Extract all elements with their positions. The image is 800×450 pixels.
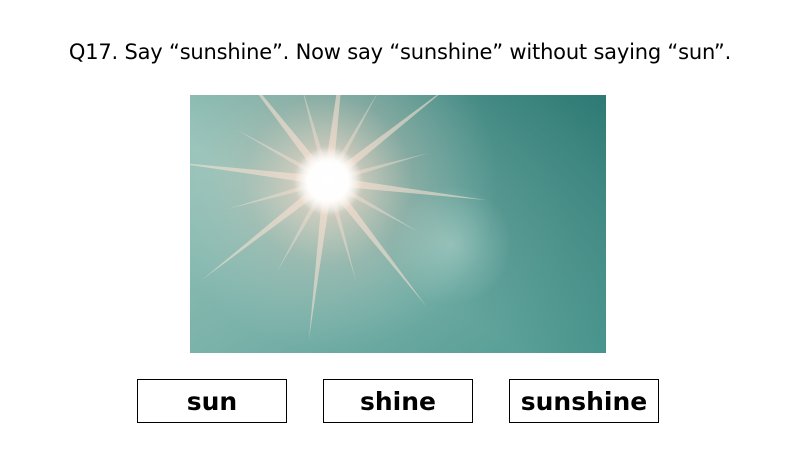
choice-label: sun <box>186 386 238 416</box>
choice-label: sunshine <box>520 386 648 416</box>
choice-sun-button[interactable]: sun <box>137 379 287 423</box>
sun-photo <box>190 95 606 353</box>
question-text: Q17. Say “sunshine”. Now say “sunshine” … <box>68 40 732 64</box>
choice-sunshine-button[interactable]: sunshine <box>509 379 659 423</box>
choice-shine-button[interactable]: shine <box>323 379 473 423</box>
choice-label: shine <box>359 386 436 416</box>
sun-core <box>294 147 362 215</box>
